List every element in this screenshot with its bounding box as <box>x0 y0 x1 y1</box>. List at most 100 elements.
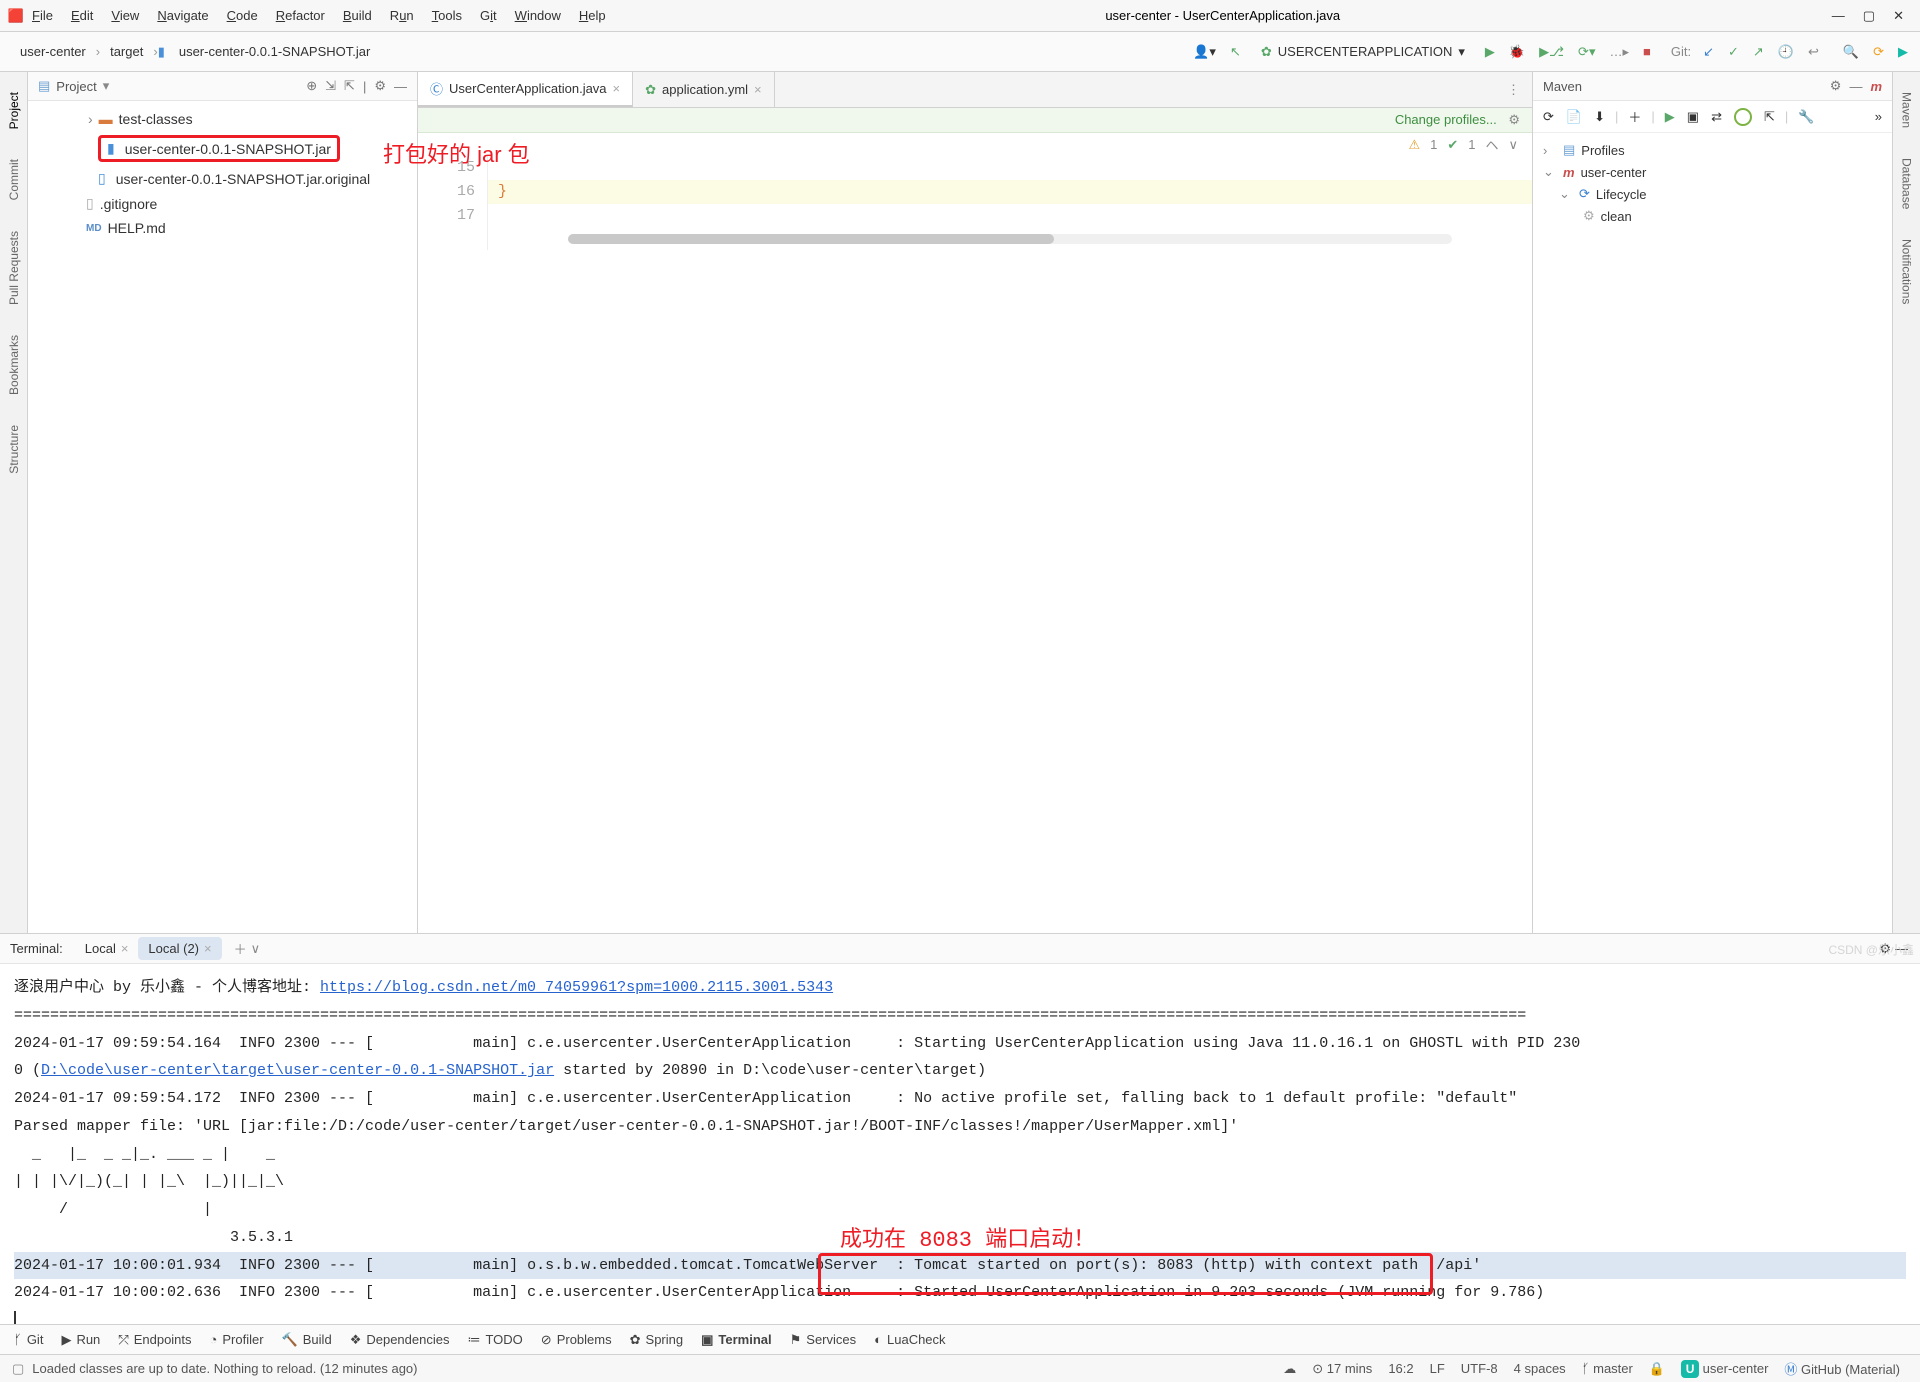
tool-git[interactable]: ᚶ Git <box>14 1332 43 1347</box>
change-profiles-link[interactable]: Change profiles... <box>1395 112 1497 127</box>
tool-maven[interactable]: Maven <box>1900 92 1914 128</box>
tree-help-md[interactable]: MD HELP.md <box>28 216 417 240</box>
menu-help[interactable]: Help <box>571 4 614 27</box>
maven-lifecycle[interactable]: ⌄⟳Lifecycle <box>1539 183 1886 205</box>
tree-gitignore[interactable]: ▯ .gitignore <box>28 191 417 216</box>
tab-usercenterapplication[interactable]: Ⓒ UserCenterApplication.java × <box>418 72 633 107</box>
menu-git[interactable]: Git <box>472 4 505 27</box>
close-icon[interactable]: × <box>204 941 212 956</box>
tool-profiler[interactable]: ◔ Profiler <box>210 1332 264 1347</box>
profile-icon[interactable]: ⟳▾ <box>1576 42 1597 62</box>
expand-all-icon[interactable]: ⇲ <box>325 78 336 94</box>
execute-icon[interactable]: ▣ <box>1685 107 1701 127</box>
jb-icon[interactable]: ▶ <box>1896 42 1910 62</box>
select-opened-icon[interactable]: ⊕ <box>306 78 317 94</box>
term-path[interactable]: D:\code\user-center\target\user-center-0… <box>41 1062 554 1079</box>
check-icon[interactable]: ✔ <box>1447 137 1458 153</box>
git-commit-icon[interactable]: ✓ <box>1726 42 1741 62</box>
settings-icon[interactable]: ⚙ <box>374 78 386 94</box>
tool-endpoints[interactable]: ⤱ Endpoints <box>118 1332 191 1348</box>
tool-notifications[interactable]: Notifications <box>1900 239 1914 304</box>
status-lf[interactable]: LF <box>1430 1361 1445 1376</box>
status-cloud-icon[interactable]: ☁ <box>1283 1361 1296 1377</box>
skip-tests-icon[interactable] <box>1732 106 1754 128</box>
term-url[interactable]: https://blog.csdn.net/m0_74059961?spm=10… <box>320 979 833 996</box>
wrench-icon[interactable]: 🔧 <box>1796 107 1816 127</box>
tool-terminal[interactable]: ▣ Terminal <box>701 1332 772 1348</box>
status-indent[interactable]: 4 spaces <box>1514 1361 1566 1376</box>
code-editor[interactable]: 15 16 17 } <box>418 156 1532 250</box>
generate-icon[interactable]: 📄 <box>1564 107 1584 127</box>
add-terminal-icon[interactable]: ＋ <box>232 937 249 960</box>
status-branch[interactable]: ᚶ master <box>1582 1361 1633 1376</box>
status-caret[interactable]: 16:2 <box>1388 1361 1413 1376</box>
status-lock-icon[interactable]: 🔒 <box>1649 1361 1665 1377</box>
terminal-settings-icon[interactable]: ⚙ <box>1877 939 1893 959</box>
tool-structure[interactable]: Structure <box>7 425 21 474</box>
run-maven-icon[interactable]: ▶ <box>1663 107 1677 127</box>
menu-build[interactable]: Build <box>335 4 380 27</box>
tool-problems[interactable]: ⊘ Problems <box>541 1332 612 1348</box>
debug-icon[interactable]: 🐞 <box>1507 42 1527 62</box>
status-encoding[interactable]: UTF-8 <box>1461 1361 1498 1376</box>
tool-project[interactable]: Project <box>7 92 21 129</box>
maven-root[interactable]: ⌄muser-center <box>1539 161 1886 183</box>
menu-view[interactable]: View <box>103 4 147 27</box>
toggle-icon[interactable]: ⇄ <box>1709 107 1724 127</box>
tool-bookmarks[interactable]: Bookmarks <box>7 335 21 395</box>
close-icon[interactable]: ✕ <box>1893 8 1904 24</box>
up-icon[interactable]: ヘ <box>1485 135 1498 154</box>
tab-menu-icon[interactable]: ⋮ <box>1495 82 1532 98</box>
status-time[interactable]: ⊙ 17 mins <box>1312 1361 1372 1377</box>
tool-run[interactable]: ▶ Run <box>61 1332 100 1348</box>
scroll-thumb[interactable] <box>568 234 1054 244</box>
add-icon[interactable]: ＋ <box>1626 105 1643 128</box>
chevron-down-icon[interactable]: ▾ <box>103 78 110 94</box>
code-body[interactable]: } <box>488 156 1532 250</box>
run-icon[interactable]: ▶ <box>1483 42 1497 62</box>
status-project[interactable]: U user-center <box>1681 1360 1768 1378</box>
menu-code[interactable]: Code <box>219 4 266 27</box>
tool-todo[interactable]: ≔ TODO <box>467 1332 522 1348</box>
download-icon[interactable]: ⬇ <box>1592 107 1607 127</box>
menu-navigate[interactable]: Navigate <box>149 4 216 27</box>
settings-icon[interactable]: ⚙ <box>1830 78 1842 94</box>
crumb-target[interactable]: target <box>100 44 153 59</box>
collapse-icon[interactable]: ⇱ <box>1762 107 1777 127</box>
close-icon[interactable]: × <box>121 941 129 956</box>
coverage-icon[interactable]: ▶⎇ <box>1537 42 1566 62</box>
terminal-output[interactable]: 逐浪用户中心 by 乐小鑫 - 个人博客地址: https://blog.csd… <box>0 964 1920 1324</box>
git-update-icon[interactable]: ↙ <box>1701 42 1716 62</box>
git-history-icon[interactable]: 🕘 <box>1776 42 1796 62</box>
hammer-icon[interactable]: ↖ <box>1228 42 1243 62</box>
menu-tools[interactable]: Tools <box>424 4 470 27</box>
down-icon[interactable]: ∨ <box>1508 137 1518 153</box>
user-icon[interactable]: 👤▾ <box>1191 42 1218 62</box>
more-icon[interactable]: » <box>1873 107 1884 126</box>
tool-services[interactable]: ⚑ Services <box>790 1332 857 1348</box>
tree-snapshot-jar[interactable]: ▮ user-center-0.0.1-SNAPSHOT.jar <box>28 131 417 166</box>
status-icon[interactable]: ▢ <box>12 1361 24 1377</box>
collapse-all-icon[interactable]: ⇱ <box>344 78 355 94</box>
terminal-menu-icon[interactable]: ∨ <box>249 939 263 959</box>
search-icon[interactable]: 🔍 <box>1841 42 1861 62</box>
terminal-tab-local[interactable]: Local× <box>75 937 139 960</box>
maven-m-icon[interactable]: m <box>1870 79 1882 94</box>
crumb-root[interactable]: user-center <box>10 44 96 59</box>
menu-refactor[interactable]: Refactor <box>268 4 333 27</box>
tool-luacheck[interactable]: ◐ LuaCheck <box>874 1332 945 1347</box>
attach-icon[interactable]: …▸ <box>1607 42 1631 62</box>
reload-icon[interactable]: ⟳ <box>1541 107 1556 127</box>
tab-application-yml[interactable]: ✿ application.yml × <box>633 72 775 107</box>
hide-icon[interactable]: — <box>394 79 407 94</box>
tool-commit[interactable]: Commit <box>7 159 21 200</box>
run-config-selector[interactable]: ✿ USERCENTERAPPLICATION ▾ <box>1253 42 1473 62</box>
maven-clean[interactable]: ⚙clean <box>1539 205 1886 227</box>
maximize-icon[interactable]: ▢ <box>1863 8 1875 24</box>
sync-icon[interactable]: ⟳ <box>1871 42 1886 62</box>
terminal-tab-local2[interactable]: Local (2)× <box>138 937 221 960</box>
menu-window[interactable]: Window <box>507 4 569 27</box>
close-icon[interactable]: × <box>754 82 762 97</box>
terminal-hide-icon[interactable]: — <box>1893 939 1910 958</box>
tree-jar-original[interactable]: ▯ user-center-0.0.1-SNAPSHOT.jar.origina… <box>28 166 417 191</box>
